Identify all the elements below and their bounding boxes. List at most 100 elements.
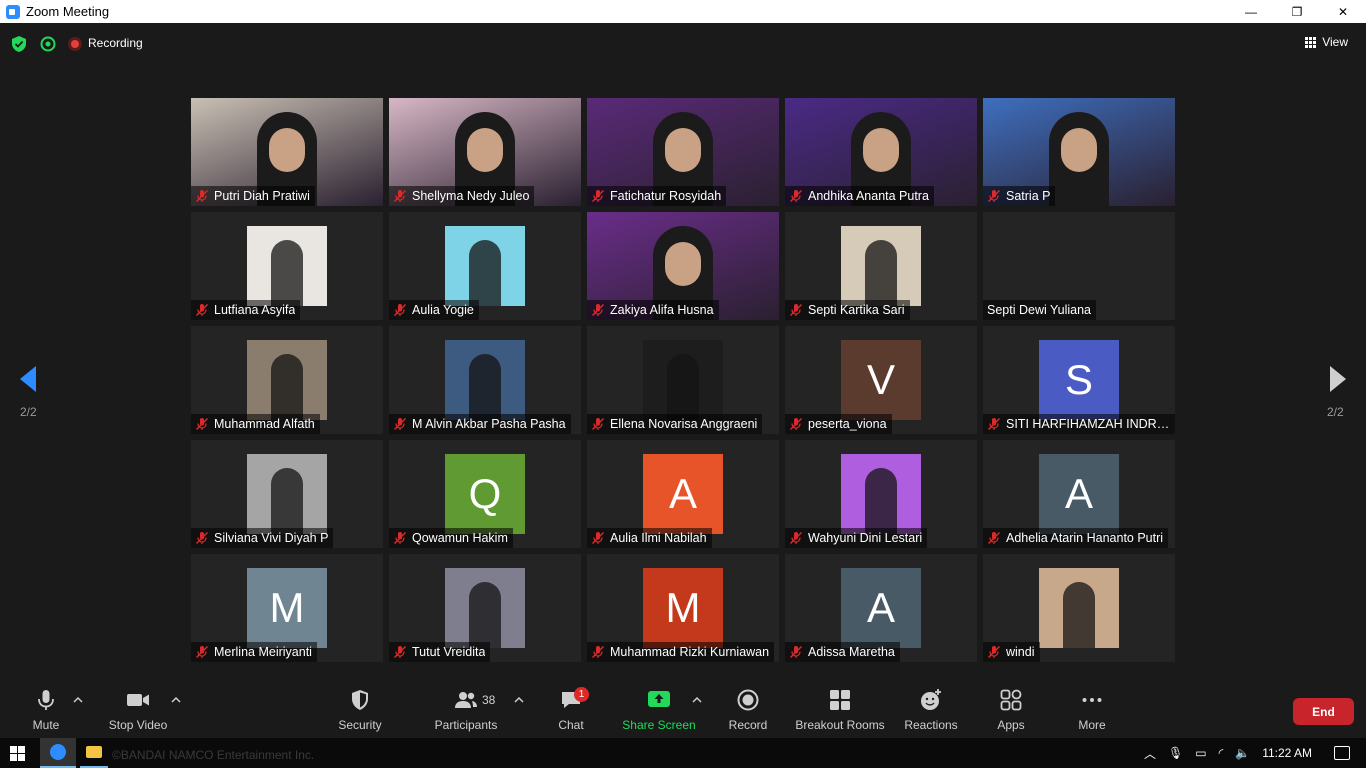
participant-tile[interactable]: A Adissa Maretha — [785, 554, 977, 662]
breakout-rooms-label: Breakout Rooms — [795, 718, 885, 732]
participant-tile[interactable]: Putri Diah Pratiwi — [191, 98, 383, 206]
participant-name: Zakiya Alifa Husna — [610, 303, 714, 317]
participants-button[interactable]: Participants — [416, 688, 516, 732]
participant-tile[interactable]: M Muhammad Rizki Kurniawan — [587, 554, 779, 662]
meeting-topbar: Recording View — [0, 23, 1366, 63]
more-button[interactable]: More — [1042, 688, 1142, 732]
more-label: More — [1078, 718, 1106, 732]
close-button[interactable]: ✕ — [1320, 0, 1366, 23]
mute-button[interactable]: Mute — [0, 688, 96, 732]
participant-tile[interactable]: Shellyma Nedy Juleo — [389, 98, 581, 206]
participant-tile[interactable]: Tutut Vreidita — [389, 554, 581, 662]
muted-microphone-icon — [592, 532, 604, 544]
participant-nameplate: Muhammad Alfath — [191, 414, 320, 434]
participant-tile[interactable]: Vpeserta_viona — [785, 326, 977, 434]
participant-nameplate: Aulia Ilmi Nabilah — [587, 528, 712, 548]
initial-avatar: M — [247, 568, 327, 648]
participant-nameplate: Satria P — [983, 186, 1056, 206]
participant-tile[interactable]: Lutfiana Asyifa — [191, 212, 383, 320]
share-screen-button[interactable]: Share Screen — [609, 688, 709, 732]
profile-photo — [1039, 568, 1119, 648]
participant-name: Putri Diah Pratiwi — [214, 189, 310, 203]
tray-battery-icon[interactable]: ▭ — [1195, 746, 1206, 760]
participant-tile[interactable]: Silviana Vivi Diyah P — [191, 440, 383, 548]
previous-page-arrow-icon[interactable] — [18, 364, 38, 394]
tray-wifi-icon[interactable]: ◜ — [1219, 746, 1224, 760]
grid-view-icon — [1305, 36, 1317, 48]
connection-status-icon[interactable] — [40, 36, 56, 52]
participant-tile[interactable]: Septi Dewi Yuliana — [983, 212, 1175, 320]
muted-microphone-icon — [790, 532, 802, 544]
participant-tile[interactable]: M Merlina Meiriyanti — [191, 554, 383, 662]
chat-button[interactable]: Chat — [521, 688, 621, 732]
participant-tile[interactable]: S SITI HARFIHAMZAH INDRA ... — [983, 326, 1175, 434]
record-button[interactable]: Record — [698, 688, 798, 732]
shield-icon — [352, 690, 368, 710]
participant-name: Aulia Ilmi Nabilah — [610, 531, 707, 545]
participant-tile[interactable]: M Alvin Akbar Pasha Pasha — [389, 326, 581, 434]
audio-options-chevron-icon[interactable] — [73, 696, 83, 704]
participant-nameplate: M Alvin Akbar Pasha Pasha — [389, 414, 571, 434]
participant-nameplate: peserta_viona — [785, 414, 892, 434]
participant-face — [1061, 128, 1097, 172]
participant-tile[interactable]: Wahyuni Dini Lestari — [785, 440, 977, 548]
participant-name: Septi Kartika Sari — [808, 303, 905, 317]
page-indicator-left: 2/2 — [20, 405, 37, 419]
participants-label: Participants — [434, 718, 498, 732]
meeting-toolbar: Mute Stop Video Security Participants 38… — [0, 682, 1366, 738]
participant-tile[interactable]: Muhammad Alfath — [191, 326, 383, 434]
participant-name: peserta_viona — [808, 417, 887, 431]
participant-name: Aulia Yogie — [412, 303, 474, 317]
participant-nameplate: Wahyuni Dini Lestari — [785, 528, 928, 548]
participant-tile[interactable]: Andhika Ananta Putra — [785, 98, 977, 206]
participant-tile[interactable]: Q Qowamun Hakim — [389, 440, 581, 548]
muted-microphone-icon — [394, 304, 406, 316]
muted-microphone-icon — [790, 190, 802, 202]
video-options-chevron-icon[interactable] — [171, 696, 181, 704]
participant-name: Silviana Vivi Diyah P — [214, 531, 329, 545]
minimize-button[interactable]: — — [1228, 0, 1274, 23]
muted-microphone-icon — [790, 418, 802, 430]
participant-nameplate: Adhelia Atarin Hananto Putri — [983, 528, 1169, 548]
end-meeting-button[interactable]: End — [1293, 698, 1354, 725]
taskbar-zoom-icon[interactable] — [40, 738, 76, 768]
muted-microphone-icon — [394, 418, 406, 430]
view-button[interactable]: View — [1305, 35, 1348, 49]
recording-label[interactable]: Recording — [88, 36, 143, 50]
participant-tile[interactable]: A Adhelia Atarin Hananto Putri — [983, 440, 1175, 548]
notification-center-icon[interactable] — [1334, 746, 1350, 760]
participant-nameplate: Putri Diah Pratiwi — [191, 186, 315, 206]
participant-nameplate: Muhammad Rizki Kurniawan — [587, 642, 775, 662]
share-screen-label: Share Screen — [622, 718, 696, 732]
tray-chevron-icon[interactable]: ︿ — [1144, 745, 1156, 762]
participant-name: Qowamun Hakim — [412, 531, 508, 545]
participant-nameplate: windi — [983, 642, 1040, 662]
taskbar-file-explorer-icon[interactable] — [80, 738, 108, 768]
recording-indicator-icon[interactable] — [68, 37, 82, 51]
participant-nameplate: Qowamun Hakim — [389, 528, 513, 548]
taskbar-clock[interactable]: 11:22 AM — [1262, 746, 1312, 760]
windows-start-icon[interactable] — [10, 746, 25, 761]
tray-microphone-icon[interactable]: 🎙 — [1168, 746, 1183, 760]
next-page-arrow-icon[interactable] — [1328, 364, 1348, 394]
breakout-rooms-button[interactable]: Breakout Rooms — [790, 688, 890, 732]
participant-tile[interactable]: Fatichatur Rosyidah — [587, 98, 779, 206]
participant-tile[interactable]: A Aulia Ilmi Nabilah — [587, 440, 779, 548]
tray-volume-icon[interactable]: 🔈 — [1235, 746, 1250, 760]
maximize-button[interactable]: ❐ — [1274, 0, 1320, 23]
view-label: View — [1322, 35, 1348, 49]
stop-video-button[interactable]: Stop Video — [88, 688, 188, 732]
participant-tile[interactable]: Satria P — [983, 98, 1175, 206]
security-button[interactable]: Security — [310, 688, 410, 732]
participant-tile[interactable]: Zakiya Alifa Husna — [587, 212, 779, 320]
initial-avatar: A — [841, 568, 921, 648]
initial-avatar: Q — [445, 454, 525, 534]
apps-label: Apps — [997, 718, 1025, 732]
participant-tile[interactable]: Aulia Yogie — [389, 212, 581, 320]
participant-tile[interactable]: Ellena Novarisa Anggraeni — [587, 326, 779, 434]
participant-tile[interactable]: windi — [983, 554, 1175, 662]
participant-tile[interactable]: Septi Kartika Sari — [785, 212, 977, 320]
muted-microphone-icon — [790, 304, 802, 316]
security-shield-icon[interactable] — [12, 36, 26, 52]
muted-microphone-icon — [196, 646, 208, 658]
